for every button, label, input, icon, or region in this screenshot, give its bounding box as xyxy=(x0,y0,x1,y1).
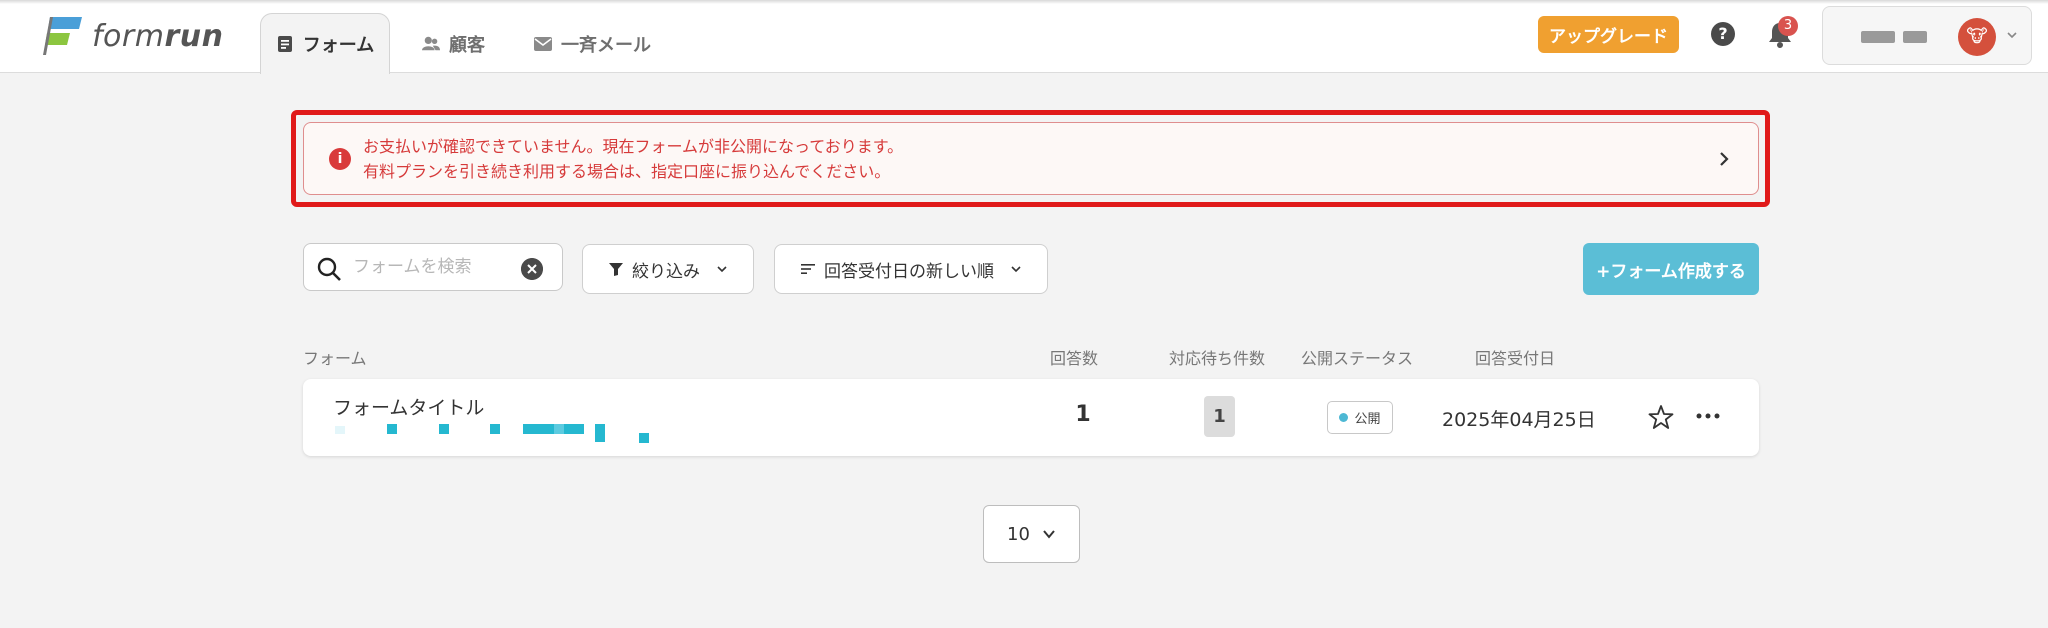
column-header-responses: 回答数 xyxy=(1050,349,1099,368)
column-header-form: フォーム xyxy=(303,349,367,368)
upgrade-button[interactable]: アップグレード xyxy=(1538,16,1679,53)
header-shadow xyxy=(0,0,2048,4)
sort-icon xyxy=(801,264,815,274)
help-icon[interactable]: ? xyxy=(1711,22,1735,46)
formrun-logo[interactable]: formrun xyxy=(42,14,242,58)
tab-bulk-mail[interactable]: 一斉メール xyxy=(534,13,651,74)
status-label: 公開 xyxy=(1354,412,1381,427)
pending-count: 1 xyxy=(1204,396,1235,437)
chevron-down-icon xyxy=(1011,266,1021,273)
tab-forms-label: フォーム xyxy=(302,35,375,56)
filter-icon xyxy=(609,263,623,276)
avatar[interactable]: 🐮 xyxy=(1958,18,1996,56)
search-input[interactable] xyxy=(353,252,513,282)
users-icon xyxy=(422,36,440,50)
filter-button-label: 絞り込み xyxy=(632,261,700,282)
document-icon xyxy=(277,36,292,52)
more-options-icon[interactable] xyxy=(1696,412,1720,420)
create-form-button[interactable]: +フォーム作成する xyxy=(1583,243,1759,295)
top-header: formrun フォーム 顧客 一斉メール アップグレード ? 3 🐮 xyxy=(0,0,2048,74)
tab-bulk-mail-label: 一斉メール xyxy=(561,34,651,56)
alert-line-2: 有料プランを引き続き利用する場合は、指定口座に振り込んでください。 xyxy=(363,162,891,181)
sort-button-label: 回答受付日の新しい順 xyxy=(824,261,994,282)
tab-forms[interactable]: フォーム xyxy=(260,13,390,74)
chevron-down-icon xyxy=(1043,530,1055,539)
mail-icon xyxy=(534,36,552,51)
account-name-redacted xyxy=(1861,31,1927,43)
clear-search-icon[interactable] xyxy=(521,258,543,280)
logo-mark-icon xyxy=(43,17,82,55)
per-page-value: 10 xyxy=(1007,523,1030,545)
chevron-down-icon xyxy=(717,266,727,273)
status-badge: 公開 xyxy=(1327,401,1393,434)
response-count: 1 xyxy=(1075,402,1091,427)
search-box[interactable] xyxy=(303,243,563,291)
status-dot xyxy=(1339,413,1349,422)
account-menu[interactable]: 🐮 xyxy=(1822,6,2032,65)
alert-message: お支払いが確認できていません。現在フォームが非公開になっております。 有料プラン… xyxy=(363,134,903,184)
star-icon[interactable] xyxy=(1648,404,1674,430)
column-header-status: 公開ステータス xyxy=(1301,349,1414,368)
tab-customers-label: 顧客 xyxy=(449,34,485,56)
form-url-redacted xyxy=(333,421,663,443)
logo-text: formrun xyxy=(92,18,224,54)
info-icon: i xyxy=(329,148,351,170)
sort-button[interactable]: 回答受付日の新しい順 xyxy=(774,244,1048,294)
tab-customers[interactable]: 顧客 xyxy=(422,13,485,74)
search-icon xyxy=(317,257,341,281)
chevron-right-icon[interactable] xyxy=(1714,149,1734,169)
chevron-down-icon[interactable] xyxy=(2006,29,2018,41)
filter-button[interactable]: 絞り込み xyxy=(582,244,754,294)
notification-count-badge: 3 xyxy=(1778,16,1798,36)
payment-alert-banner[interactable]: i お支払いが確認できていません。現在フォームが非公開になっております。 有料プ… xyxy=(303,122,1759,195)
response-date: 2025年04月25日 xyxy=(1442,409,1596,431)
alert-line-1: お支払いが確認できていません。現在フォームが非公開になっております。 xyxy=(363,137,904,156)
column-header-pending: 対応待ち件数 xyxy=(1169,349,1266,368)
form-title[interactable]: フォームタイトル xyxy=(333,393,484,420)
table-row[interactable]: フォームタイトル 1 1 公開 2025年04月25日 xyxy=(303,379,1759,456)
column-header-date: 回答受付日 xyxy=(1475,349,1556,368)
per-page-select[interactable]: 10 xyxy=(983,505,1080,563)
